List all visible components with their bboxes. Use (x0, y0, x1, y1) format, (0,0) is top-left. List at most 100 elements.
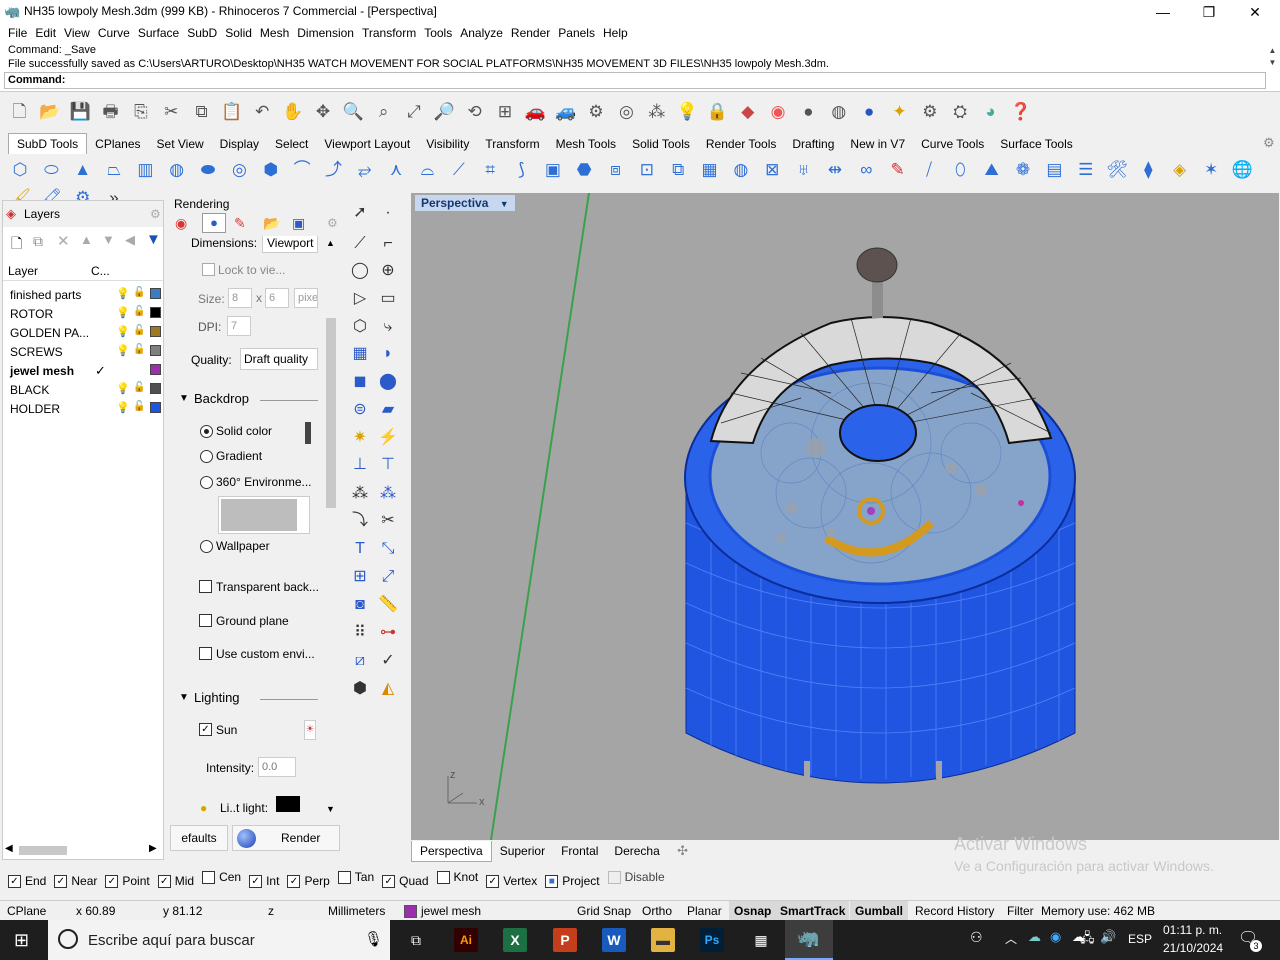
restore-button[interactable]: ❐ (1186, 0, 1232, 24)
subd-pen-icon[interactable]: ✎ (884, 156, 912, 184)
current-layer-label[interactable]: jewel mesh (421, 904, 481, 918)
tray-cloud-icon[interactable]: ☁ (1028, 929, 1041, 945)
subd-cup-icon[interactable]: ♅ (790, 156, 818, 184)
open-file-icon[interactable]: 📂 (36, 98, 63, 126)
paste-icon[interactable]: 📋 (218, 98, 245, 126)
menu-analyze[interactable]: Analyze (456, 24, 507, 42)
layer-color-swatch[interactable] (150, 326, 161, 337)
subd-symmetry-icon[interactable]: ∞ (852, 156, 880, 184)
quality-select[interactable]: Draft quality (240, 348, 318, 370)
gradient-radio[interactable] (200, 450, 213, 463)
osnap-toggle[interactable]: Osnap (729, 901, 777, 920)
osnap-point[interactable]: ✓ Point (105, 874, 150, 888)
mesh-bolt-icon[interactable]: ✶ (1197, 156, 1225, 184)
osnap-icon[interactable]: ◎ (613, 98, 640, 126)
environment-tab-icon[interactable]: ▣ (292, 215, 305, 232)
new-layer-icon[interactable]: 🗋 (11, 233, 22, 257)
lock-checkbox[interactable] (202, 263, 215, 276)
lock-icon[interactable]: 🔒 (704, 98, 731, 126)
material-tab-icon[interactable]: ✎ (234, 215, 246, 232)
menu-edit[interactable]: Edit (31, 24, 60, 42)
layer-color-swatch[interactable] (150, 345, 161, 356)
render-sphere-icon[interactable]: ◍ (825, 98, 852, 126)
new-sublayer-icon[interactable]: ⧉ (33, 233, 43, 250)
volume-icon[interactable]: 🔊 (1100, 929, 1116, 945)
array-icon[interactable]: ⊞ (347, 564, 373, 590)
tab-transform[interactable]: Transform (477, 134, 547, 154)
ortho-toggle[interactable]: Ortho (642, 904, 672, 918)
rotate-view-icon[interactable]: ✥ (309, 98, 336, 126)
layer-row[interactable]: finished parts 💡 🔓 (3, 285, 163, 304)
dpi-input[interactable]: 7 (227, 316, 251, 336)
powerpoint-icon[interactable]: P (553, 928, 577, 952)
osnap-perp[interactable]: ✓ Perp (287, 874, 330, 888)
units-label[interactable]: Millimeters (328, 904, 385, 918)
add-viewport-icon[interactable]: ✣ (671, 843, 694, 859)
layer-color-swatch[interactable] (150, 288, 161, 299)
text-icon[interactable]: T (347, 536, 373, 562)
subd-display-icon[interactable]: ⧫ (1134, 156, 1162, 184)
grid-dots-icon[interactable]: ⠿ (347, 620, 373, 646)
render-preview-icon[interactable]: ⚙ (583, 98, 610, 126)
cut-icon[interactable]: ✂ (158, 98, 185, 126)
render-color-tab-icon[interactable]: ◉ (175, 215, 187, 232)
move-down-icon[interactable]: ▼ (102, 232, 115, 247)
clock-time[interactable]: 01:11 p. m. (1163, 923, 1222, 937)
sun-settings-icon[interactable]: ☀ (304, 720, 316, 740)
osnap-checkbox[interactable]: ✓ (287, 874, 301, 888)
size-width-input[interactable]: 8 (228, 288, 252, 308)
transform-gear-icon[interactable]: ✷ (347, 425, 373, 451)
point-icon[interactable]: · (375, 200, 401, 226)
clock-date[interactable]: 21/10/2024 (1163, 941, 1223, 955)
analyze-icon[interactable]: ⊶ (375, 620, 401, 646)
mesh-tools-icon[interactable]: ▰ (375, 397, 401, 423)
excel-icon[interactable]: X (503, 928, 527, 952)
osnap-near[interactable]: ✓ Near (54, 874, 97, 888)
layer-visible-bulb-icon[interactable]: 💡 (116, 382, 130, 395)
file-explorer-icon[interactable]: ▬ (651, 928, 675, 952)
viewport-tab-perspectiva[interactable]: Perspectiva (411, 841, 492, 862)
tab-surface-tools[interactable]: Surface Tools (992, 134, 1081, 154)
subd-bridge-icon[interactable]: ⥂ (351, 156, 379, 184)
menu-file[interactable]: File (4, 24, 31, 42)
shaded-car-icon[interactable]: 🚙 (552, 98, 579, 126)
dimension-icon[interactable]: ⤡ (375, 536, 401, 562)
intensity-input[interactable]: 0.0 (258, 757, 296, 777)
copy-icon[interactable]: ⧉ (188, 98, 215, 126)
layer-row[interactable]: jewel mesh ✓ (3, 361, 163, 380)
subd-twist-icon[interactable]: ❁ (1009, 156, 1037, 184)
subd-offset-icon[interactable]: ⧉ (664, 156, 692, 184)
rhino-taskbar-button[interactable]: 🦏 (785, 920, 833, 960)
tray-expand-icon[interactable]: ︿ (1005, 930, 1017, 947)
menu-curve[interactable]: Curve (94, 24, 134, 42)
tab-cplanes[interactable]: CPlanes (87, 134, 148, 154)
subd-terrain-icon[interactable]: ⛰ (978, 156, 1006, 184)
align-icon[interactable]: ⊤ (375, 452, 401, 478)
ground-plane-checkbox[interactable] (199, 614, 212, 627)
solid-tools-icon[interactable]: ⬤ (375, 369, 401, 395)
move-icon[interactable]: ⊥ (347, 452, 373, 478)
smarttrack-toggle[interactable]: SmartTrack (776, 901, 850, 920)
check-icon[interactable]: ✓ (375, 648, 401, 674)
sun-checkbox[interactable]: ✓ (199, 723, 212, 736)
language-indicator[interactable]: ESP (1128, 932, 1152, 946)
viewport-tab-superior[interactable]: Superior (492, 841, 553, 861)
subd-mirror-icon[interactable]: ⇹ (821, 156, 849, 184)
subd-tube-icon[interactable]: ⧸ (915, 156, 943, 184)
layer-lock-icon[interactable]: 🔓 (133, 344, 145, 355)
scroll-thumb[interactable] (326, 318, 336, 508)
print-icon[interactable]: 🖶 (97, 100, 124, 128)
menu-dimension[interactable]: Dimension (293, 24, 358, 42)
surface-tools-icon[interactable]: ◗ (375, 341, 401, 367)
osnap-tan[interactable]: Tan (337, 870, 374, 884)
microphone-icon[interactable]: 🎙 (364, 930, 383, 948)
osnap-checkbox[interactable] (202, 870, 216, 884)
undo-icon[interactable]: ↶ (249, 98, 276, 126)
osnap-end[interactable]: ✓ End (8, 874, 46, 888)
environment-radio[interactable] (200, 476, 213, 489)
layer-visible-bulb-icon[interactable]: 💡 (116, 344, 130, 357)
record-history-toggle[interactable]: Record History (915, 904, 994, 918)
select-arrow-icon[interactable]: ➚ (347, 200, 373, 226)
move-out-icon[interactable]: ◀ (125, 232, 135, 248)
block-icon[interactable]: ◙ (347, 592, 373, 618)
